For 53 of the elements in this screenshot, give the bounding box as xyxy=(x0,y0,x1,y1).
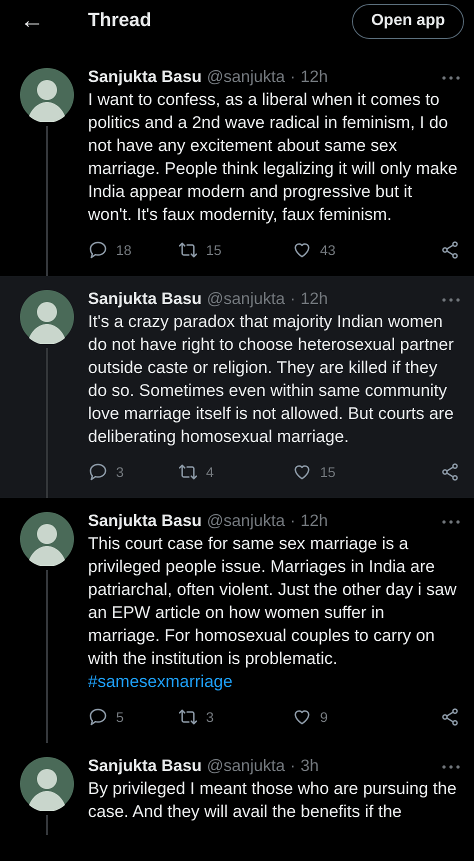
heart-icon[interactable] xyxy=(292,240,312,260)
retweet-icon[interactable] xyxy=(178,240,198,260)
author-handle: @sanjukta xyxy=(206,757,285,776)
separator: · xyxy=(290,290,296,309)
share-icon[interactable] xyxy=(440,707,460,727)
reply-icon[interactable] xyxy=(88,462,108,482)
back-button[interactable]: ← xyxy=(20,7,88,35)
retweet-count: 15 xyxy=(206,242,222,258)
more-icon[interactable] xyxy=(442,76,460,80)
open-app-button[interactable]: Open app xyxy=(352,4,464,38)
avatar-icon[interactable] xyxy=(20,512,74,566)
reply-count: 5 xyxy=(116,709,124,725)
retweet-icon[interactable] xyxy=(178,462,198,482)
author-handle: @sanjukta xyxy=(206,290,285,309)
author-handle: @sanjukta xyxy=(206,68,285,87)
author-name: Sanjukta Basu xyxy=(88,68,202,87)
tweet-time: 12h xyxy=(300,290,328,309)
avatar-icon[interactable] xyxy=(20,290,74,344)
heart-icon[interactable] xyxy=(292,462,312,482)
separator: · xyxy=(290,68,296,87)
tweet-time: 12h xyxy=(300,68,328,87)
like-count: 15 xyxy=(320,464,336,480)
tweet-text: By privileged I meant those who are pursuing the case. And they will avail the benefits if the xyxy=(88,778,458,823)
tweet-time: 12h xyxy=(300,512,328,531)
heart-icon[interactable] xyxy=(292,707,312,727)
more-icon[interactable] xyxy=(442,520,460,524)
retweet-icon[interactable] xyxy=(178,707,198,727)
retweet-count: 3 xyxy=(206,709,214,725)
share-icon[interactable] xyxy=(440,462,460,482)
reply-icon[interactable] xyxy=(88,707,108,727)
tweet-text: It's a crazy paradox that majority Indian women do not have right to choose heterosexual partner outside caste or religion. They are killed if they do so. Sometimes even within same community love marriage itself is not allowed. But courts are deliberating homosexual marriage. xyxy=(88,311,455,448)
author-name: Sanjukta Basu xyxy=(88,757,202,776)
page-title: Thread xyxy=(88,10,152,32)
reply-count: 18 xyxy=(116,242,132,258)
like-count: 43 xyxy=(320,242,336,258)
tweet-time: 3h xyxy=(300,757,319,776)
separator: · xyxy=(290,512,296,531)
reply-icon[interactable] xyxy=(88,240,108,260)
author-name: Sanjukta Basu xyxy=(88,290,202,309)
more-icon[interactable] xyxy=(442,298,460,302)
tweet-text: This court case for same sex marriage is a privileged people issue. Marriages in India are patriarchal, often violent. Just the other day i saw an EPW article on how women suffer in marriage. For homosexual couples to carry on with the institution is problematic. xyxy=(88,533,458,670)
reply-count: 3 xyxy=(116,464,124,480)
separator: · xyxy=(290,757,296,776)
tweet-text: I want to confess, as a liberal when it comes to politics and a 2nd wave radical in feminism, I do not have any excitement about same sex marriage. People think legalizing it will only make India appear modern and progressive but it won't. It's faux modernity, faux feminism. xyxy=(88,89,458,226)
author-name: Sanjukta Basu xyxy=(88,512,202,531)
like-count: 9 xyxy=(320,709,328,725)
retweet-count: 4 xyxy=(206,464,214,480)
avatar-icon[interactable] xyxy=(20,757,74,811)
more-icon[interactable] xyxy=(442,764,460,768)
author-handle: @sanjukta xyxy=(206,512,285,531)
share-icon[interactable] xyxy=(440,240,460,260)
avatar-icon[interactable] xyxy=(20,68,74,122)
hashtag-link[interactable]: #samesexmarriage xyxy=(88,672,233,691)
